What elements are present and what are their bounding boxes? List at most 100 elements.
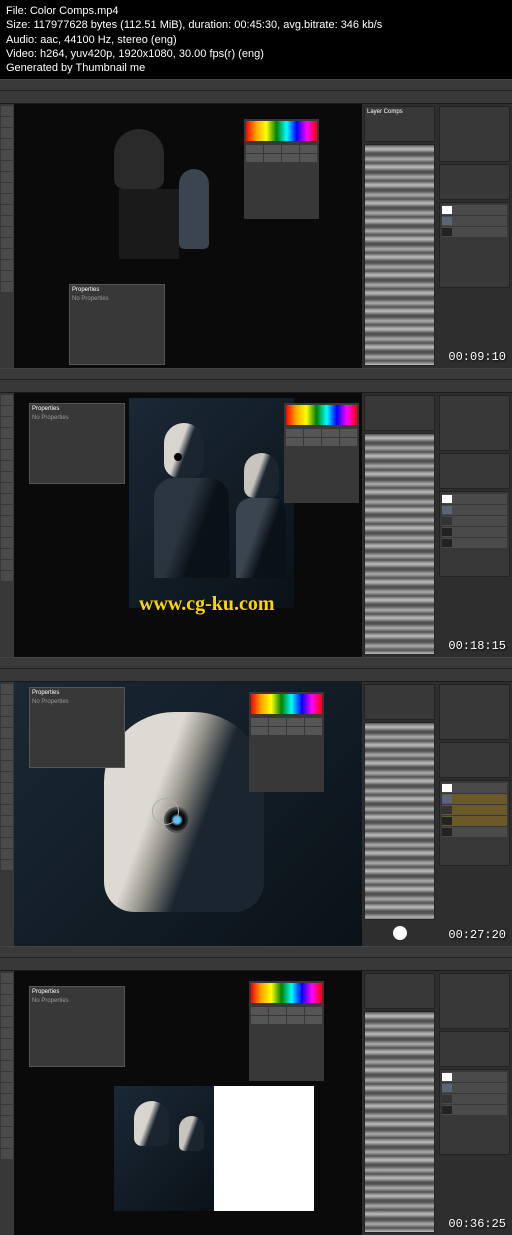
- layer-row[interactable]: [442, 505, 507, 515]
- crop-tool-icon[interactable]: [1, 1017, 13, 1027]
- color-spectrum[interactable]: [246, 121, 317, 141]
- layer-row[interactable]: [442, 538, 507, 548]
- swatch-button[interactable]: [246, 154, 263, 162]
- swatch-button[interactable]: [264, 154, 281, 162]
- menubar[interactable]: [0, 80, 512, 91]
- crop-tool-icon[interactable]: [1, 728, 13, 738]
- swatch-button[interactable]: [269, 727, 286, 735]
- swatch-button[interactable]: [340, 429, 357, 437]
- layer-comps-panel[interactable]: [364, 395, 435, 431]
- shape-tool-icon[interactable]: [1, 260, 13, 270]
- adjustments-panel[interactable]: [439, 1031, 510, 1067]
- swatch-button[interactable]: [322, 429, 339, 437]
- tools-panel[interactable]: [0, 682, 14, 946]
- swatch-button[interactable]: [269, 1007, 286, 1015]
- tools-panel[interactable]: [0, 393, 14, 657]
- swatch-button[interactable]: [282, 145, 299, 153]
- path-tool-icon[interactable]: [1, 538, 13, 548]
- swatch-button[interactable]: [305, 1007, 322, 1015]
- canvas[interactable]: Properties No Properties: [14, 104, 362, 368]
- move-tool-icon[interactable]: [1, 973, 13, 983]
- layer-row[interactable]: [442, 1105, 507, 1115]
- hand-tool-icon[interactable]: [1, 560, 13, 570]
- lasso-tool-icon[interactable]: [1, 995, 13, 1005]
- swatch-button[interactable]: [304, 438, 321, 446]
- options-bar[interactable]: [0, 380, 512, 393]
- swatch-button[interactable]: [246, 145, 263, 153]
- menubar[interactable]: [0, 369, 512, 380]
- stamp-tool-icon[interactable]: [1, 1050, 13, 1060]
- layers-panel[interactable]: [439, 1069, 510, 1155]
- swatch-button[interactable]: [322, 438, 339, 446]
- path-tool-icon[interactable]: [1, 249, 13, 259]
- swatch-button[interactable]: [251, 718, 268, 726]
- swatch-button[interactable]: [251, 1007, 268, 1015]
- dodge-tool-icon[interactable]: [1, 216, 13, 226]
- eraser-tool-icon[interactable]: [1, 1061, 13, 1071]
- canvas[interactable]: Properties No Properties www.cg-ku.com: [14, 393, 362, 657]
- text-tool-icon[interactable]: [1, 816, 13, 826]
- wand-tool-icon[interactable]: [1, 717, 13, 727]
- text-tool-icon[interactable]: [1, 238, 13, 248]
- move-tool-icon[interactable]: [1, 106, 13, 116]
- swatch-button[interactable]: [287, 1007, 304, 1015]
- color-spectrum[interactable]: [286, 405, 357, 425]
- layer-row[interactable]: [442, 805, 507, 815]
- dodge-tool-icon[interactable]: [1, 505, 13, 515]
- floating-color-panel[interactable]: [249, 692, 324, 792]
- shape-tool-icon[interactable]: [1, 838, 13, 848]
- swatch-button[interactable]: [305, 718, 322, 726]
- swatch-button[interactable]: [340, 438, 357, 446]
- canvas[interactable]: Properties No Properties: [14, 971, 362, 1235]
- adjustments-panel[interactable]: [439, 453, 510, 489]
- zoom-tool-icon[interactable]: [1, 571, 13, 581]
- menubar[interactable]: [0, 947, 512, 958]
- brushes-panel[interactable]: [364, 144, 435, 366]
- dodge-tool-icon[interactable]: [1, 1083, 13, 1093]
- layers-panel[interactable]: [439, 202, 510, 288]
- layer-row[interactable]: [442, 494, 507, 504]
- color-spectrum[interactable]: [251, 983, 322, 1003]
- swatch-button[interactable]: [269, 718, 286, 726]
- crop-tool-icon[interactable]: [1, 150, 13, 160]
- layer-row[interactable]: [442, 216, 507, 226]
- layer-row[interactable]: [442, 205, 507, 215]
- swatch-button[interactable]: [300, 145, 317, 153]
- swatch-button[interactable]: [300, 154, 317, 162]
- eraser-tool-icon[interactable]: [1, 194, 13, 204]
- layer-row[interactable]: [442, 794, 507, 804]
- pen-tool-icon[interactable]: [1, 227, 13, 237]
- swatch-button[interactable]: [264, 145, 281, 153]
- layer-comps-panel[interactable]: [364, 684, 435, 720]
- zoom-tool-icon[interactable]: [1, 1149, 13, 1159]
- text-tool-icon[interactable]: [1, 527, 13, 537]
- mini-panel[interactable]: [439, 684, 510, 740]
- hand-tool-icon[interactable]: [1, 1138, 13, 1148]
- tools-panel[interactable]: [0, 104, 14, 368]
- hand-tool-icon[interactable]: [1, 849, 13, 859]
- swatch-button[interactable]: [305, 1016, 322, 1024]
- pen-tool-icon[interactable]: [1, 805, 13, 815]
- properties-panel[interactable]: Properties No Properties: [29, 986, 125, 1067]
- lasso-tool-icon[interactable]: [1, 706, 13, 716]
- layer-row[interactable]: [442, 227, 507, 237]
- brush-tool-icon[interactable]: [1, 461, 13, 471]
- layer-row[interactable]: [442, 516, 507, 526]
- layers-panel[interactable]: [439, 780, 510, 866]
- swatch-button[interactable]: [269, 1016, 286, 1024]
- eyedropper-tool-icon[interactable]: [1, 450, 13, 460]
- floating-color-panel[interactable]: [249, 981, 324, 1081]
- gradient-tool-icon[interactable]: [1, 205, 13, 215]
- canvas[interactable]: Properties No Properties: [14, 682, 362, 946]
- wand-tool-icon[interactable]: [1, 139, 13, 149]
- marquee-tool-icon[interactable]: [1, 695, 13, 705]
- eyedropper-tool-icon[interactable]: [1, 161, 13, 171]
- shape-tool-icon[interactable]: [1, 1127, 13, 1137]
- lasso-tool-icon[interactable]: [1, 128, 13, 138]
- tools-panel[interactable]: [0, 971, 14, 1235]
- floating-color-panel[interactable]: [244, 119, 319, 219]
- shape-tool-icon[interactable]: [1, 549, 13, 559]
- layer-row[interactable]: [442, 783, 507, 793]
- crop-tool-icon[interactable]: [1, 439, 13, 449]
- eyedropper-tool-icon[interactable]: [1, 739, 13, 749]
